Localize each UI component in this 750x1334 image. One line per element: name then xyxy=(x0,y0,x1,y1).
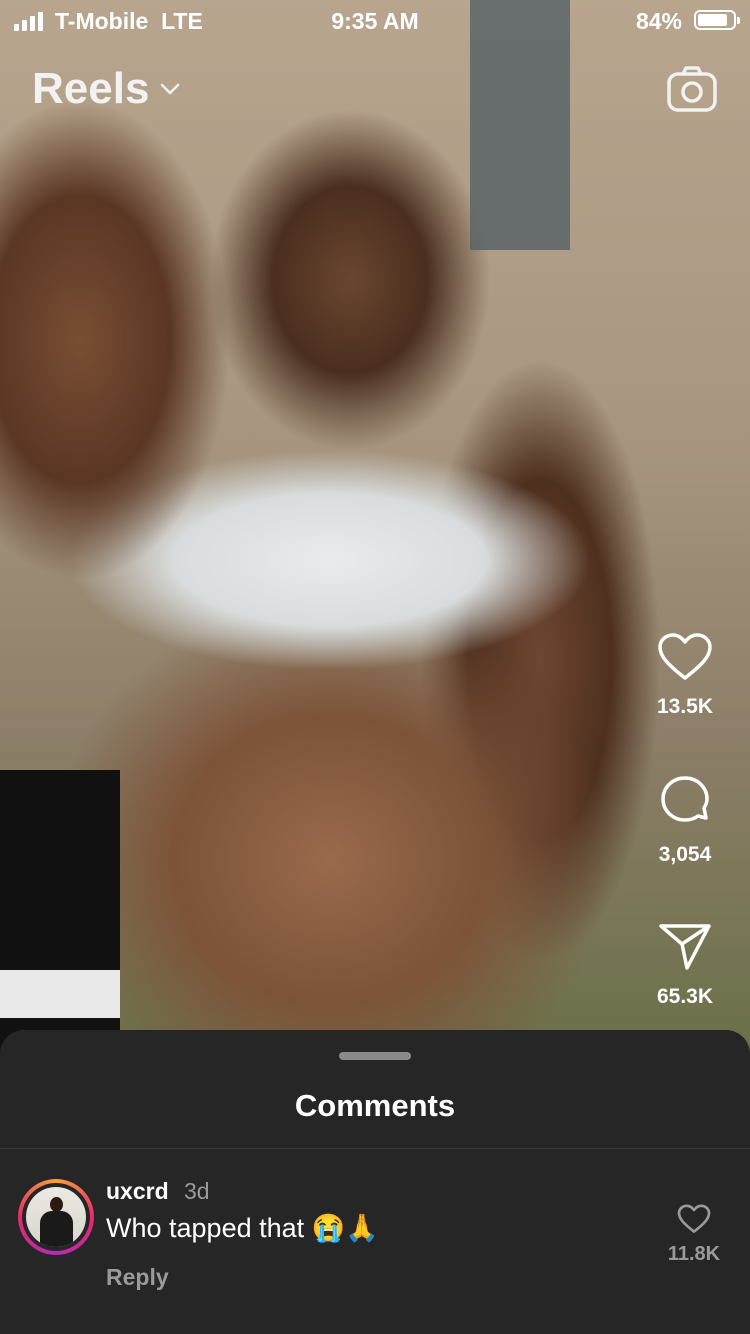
comment-bubble-icon xyxy=(661,776,709,822)
paper-plane-icon xyxy=(659,924,711,970)
reply-button[interactable]: Reply xyxy=(106,1264,169,1291)
battery-percentage: 84% xyxy=(635,8,682,34)
sheet-drag-handle[interactable] xyxy=(339,1052,411,1060)
video-shirt-stripe xyxy=(0,970,120,1018)
reels-menu[interactable]: Reels xyxy=(32,64,181,114)
battery-icon xyxy=(694,10,740,30)
comment-like-count: 11.8K xyxy=(667,1243,721,1265)
page-title: Reels xyxy=(32,64,150,113)
share-count: 65.3K xyxy=(656,985,714,1008)
avatar-photo xyxy=(26,1187,86,1247)
comment-button[interactable]: 3,054 xyxy=(640,774,730,867)
like-button[interactable]: 13.5K xyxy=(640,632,730,719)
comment-username[interactable]: uxcrd xyxy=(106,1178,169,1205)
heart-icon xyxy=(658,633,712,680)
comment-text: Who tapped that 😭🙏 xyxy=(106,1213,379,1243)
heart-icon xyxy=(677,1204,711,1233)
comment-count: 3,054 xyxy=(658,843,712,866)
reel-video[interactable] xyxy=(0,0,750,1060)
share-button[interactable]: 65.3K xyxy=(640,920,730,1009)
comment-like-button[interactable]: 11.8K xyxy=(664,1204,724,1266)
like-count: 13.5K xyxy=(656,695,714,718)
chevron-down-icon xyxy=(161,83,180,95)
camera-icon[interactable] xyxy=(666,64,718,116)
divider xyxy=(0,1148,750,1149)
comments-title: Comments xyxy=(294,1088,456,1123)
avatar[interactable] xyxy=(18,1179,94,1255)
comment-timestamp: 3d xyxy=(184,1178,210,1204)
status-bar: T-Mobile LTE 9:35 AM 84% xyxy=(0,0,750,42)
